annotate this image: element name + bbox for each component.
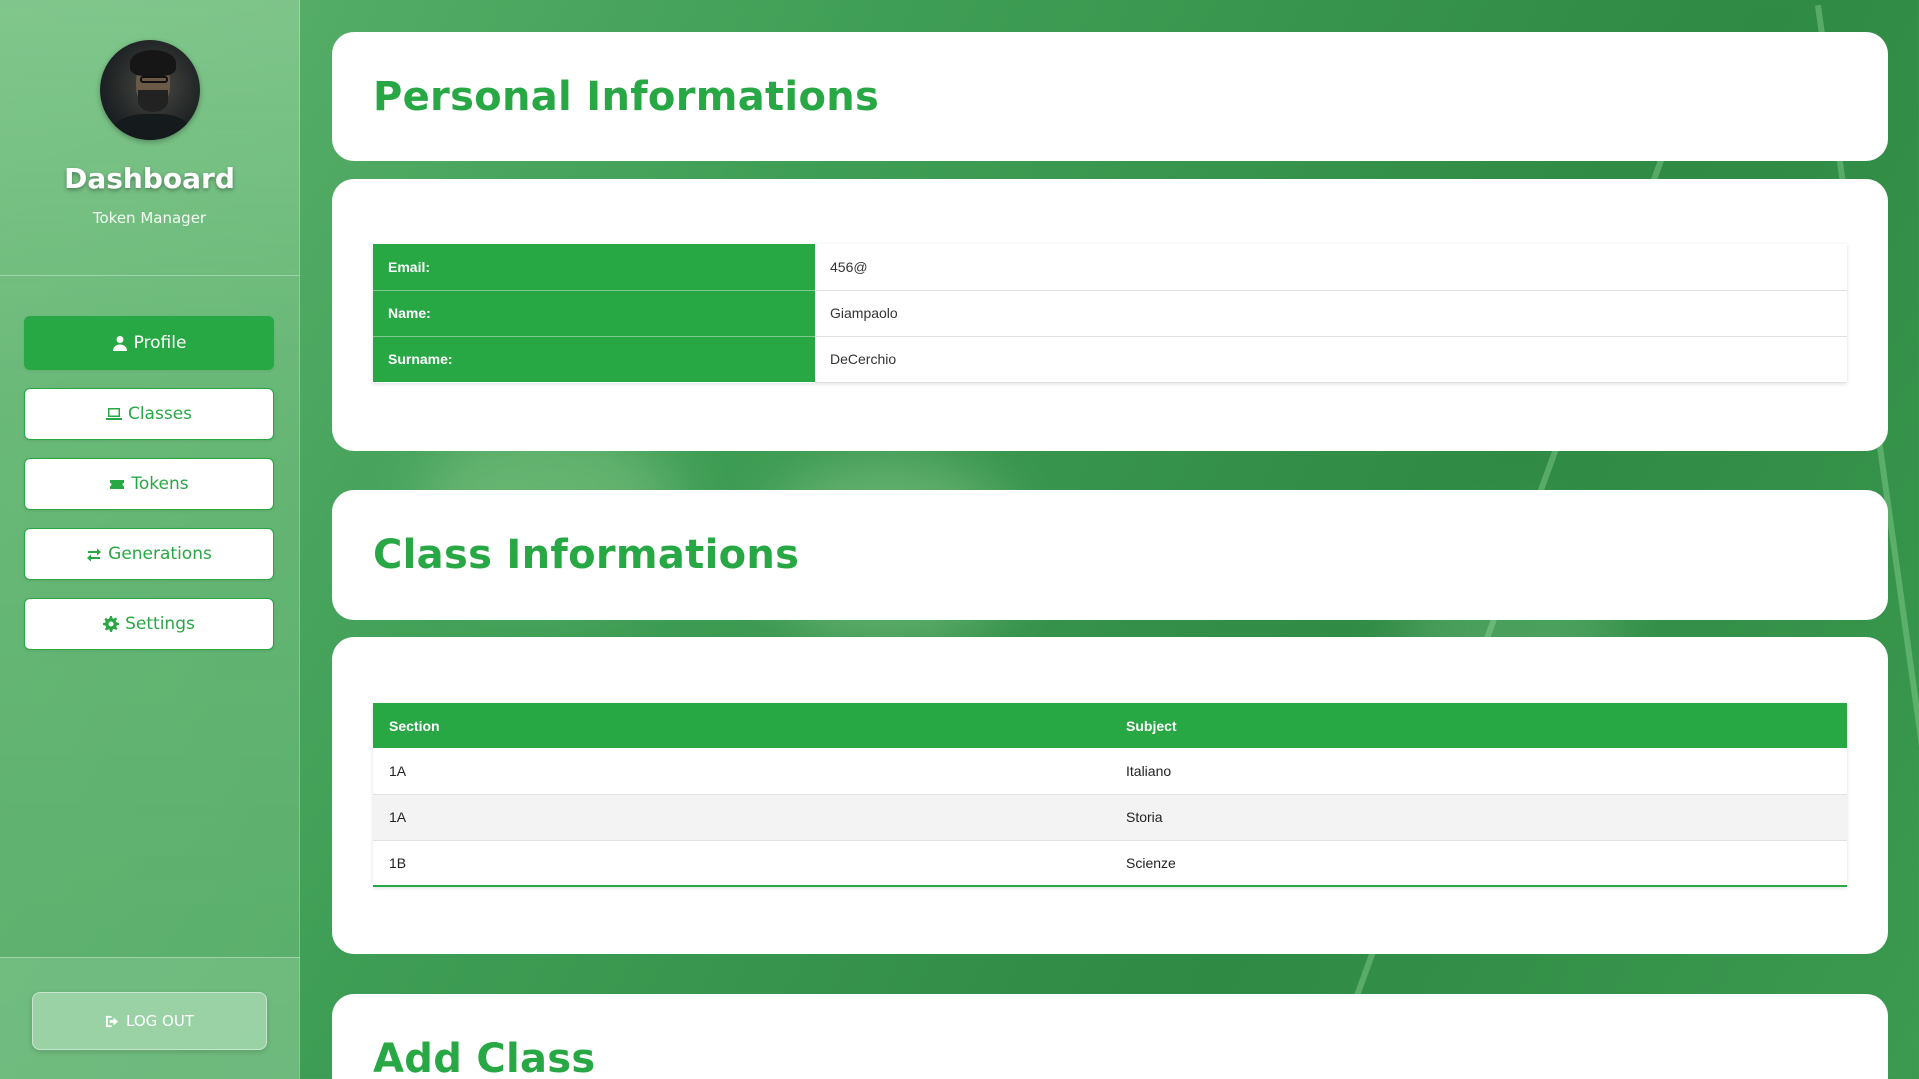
nav-settings-button[interactable]: Settings (24, 598, 274, 650)
exchange-icon (87, 548, 102, 562)
logout-button[interactable]: LOG OUT (32, 992, 267, 1050)
nav-settings-label: Settings (125, 614, 195, 634)
table-header-row: Section Subject (373, 703, 1847, 748)
nav-tokens-button[interactable]: Tokens (24, 458, 274, 510)
class-info-table: Section Subject 1A Italiano 1A Storia 1B… (373, 703, 1847, 887)
nav-tokens-label: Tokens (131, 474, 189, 494)
subject-cell: Scienze (1110, 840, 1847, 887)
gear-icon (103, 616, 120, 632)
sidebar: Dashboard Token Manager Profile Classes … (0, 0, 300, 1079)
sidebar-header: Dashboard Token Manager (0, 0, 299, 276)
table-row: Surname: DeCerchio (373, 336, 1847, 383)
section-cell: 1A (373, 748, 1110, 795)
nav-profile-button[interactable]: Profile (24, 316, 274, 370)
laptop-icon (105, 408, 122, 420)
logout-label: LOG OUT (126, 1012, 194, 1030)
name-value: Giampaolo (815, 290, 1847, 337)
surname-value: DeCerchio (815, 336, 1847, 383)
subject-cell: Italiano (1110, 748, 1847, 795)
sidebar-nav: Profile Classes Tokens Generations Setti… (0, 276, 299, 650)
brand-subtitle: Token Manager (92, 209, 207, 227)
nav-generations-button[interactable]: Generations (24, 528, 274, 580)
ticket-icon (110, 480, 125, 489)
personal-info-title: Personal Informations (373, 74, 880, 120)
nav-classes-label: Classes (127, 404, 193, 424)
table-row: 1B Scienze (373, 840, 1847, 887)
avatar (99, 40, 200, 140)
surname-label: Surname: (373, 336, 815, 383)
section-cell: 1B (373, 840, 1110, 887)
subject-cell: Storia (1110, 794, 1847, 841)
personal-info-header-card: Personal Informations (332, 32, 1888, 161)
class-info-card: Section Subject 1A Italiano 1A Storia 1B… (332, 637, 1888, 954)
logout-icon (105, 1015, 119, 1027)
table-row: Name: Giampaolo (373, 290, 1847, 337)
user-icon (112, 336, 127, 351)
table-row: 1A Storia (373, 794, 1847, 841)
nav-classes-button[interactable]: Classes (24, 388, 274, 440)
class-info-header-card: Class Informations (332, 490, 1888, 620)
brand-title: Dashboard (64, 162, 235, 195)
section-column-header: Section (373, 703, 1110, 748)
subject-column-header: Subject (1110, 703, 1847, 748)
name-label: Name: (373, 290, 815, 337)
section-cell: 1A (373, 794, 1110, 841)
table-row: Email: 456@ (373, 244, 1847, 291)
nav-profile-label: Profile (133, 333, 187, 353)
nav-generations-label: Generations (108, 544, 212, 564)
personal-info-table: Email: 456@ Name: Giampaolo Surname: DeC… (373, 244, 1847, 383)
add-class-header-card: Add Class (332, 994, 1888, 1079)
personal-info-card: Email: 456@ Name: Giampaolo Surname: DeC… (332, 179, 1888, 451)
add-class-title: Add Class (373, 1036, 596, 1079)
sidebar-footer: LOG OUT (0, 957, 300, 1079)
table-row: 1A Italiano (373, 748, 1847, 795)
email-label: Email: (373, 244, 815, 291)
class-info-title: Class Informations (373, 532, 800, 578)
email-value: 456@ (815, 244, 1847, 291)
